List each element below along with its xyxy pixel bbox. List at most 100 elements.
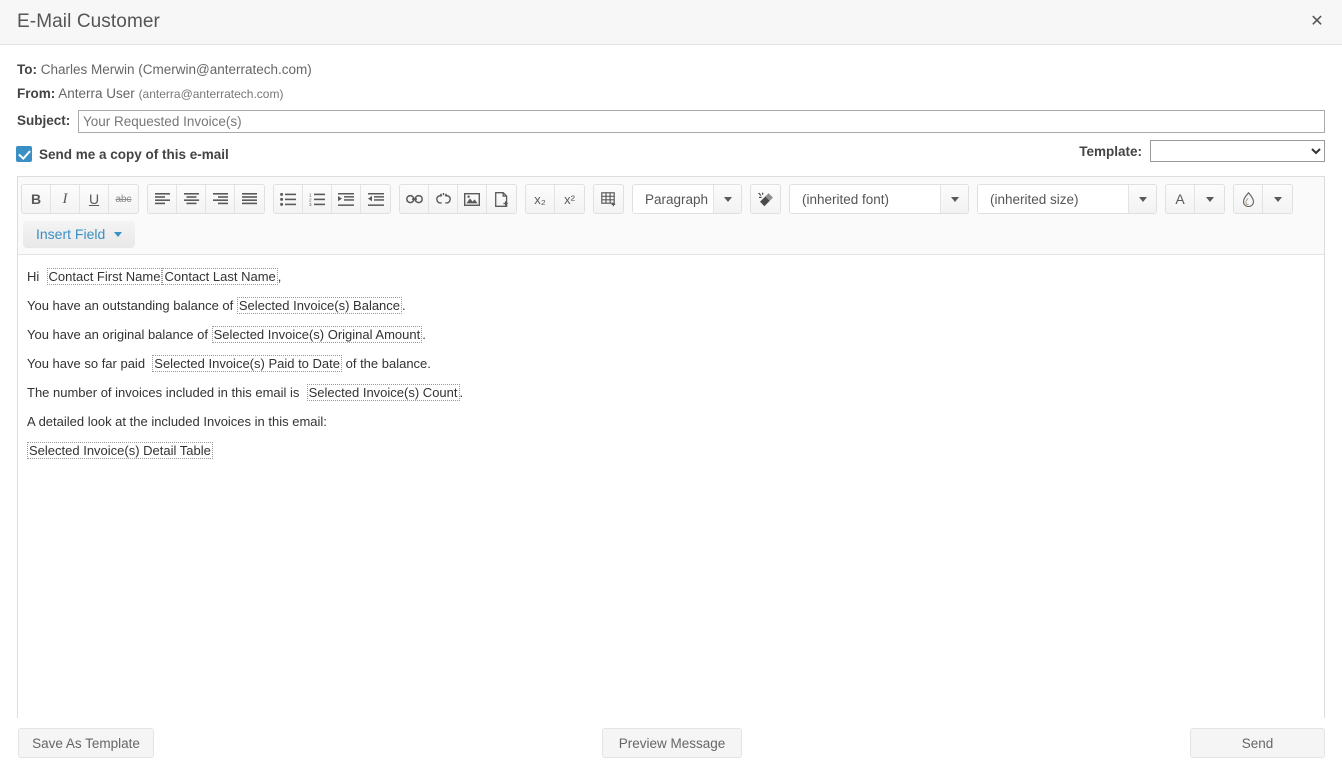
droplet-icon bbox=[1242, 191, 1255, 207]
send-button[interactable]: Send bbox=[1190, 728, 1325, 758]
paragraph-format-value[interactable]: Paragraph bbox=[633, 185, 713, 213]
table-icon bbox=[600, 191, 617, 207]
insert-field-button[interactable]: Insert Field bbox=[23, 220, 136, 248]
from-label: From: bbox=[17, 86, 56, 101]
align-center-icon bbox=[183, 192, 199, 206]
to-row: To: Charles Merwin (Cmerwin@anterratech.… bbox=[17, 62, 312, 77]
rich-text-editor: B I U abc 1 2 3 x₂ x² Paragraph (inherit… bbox=[17, 176, 1325, 733]
body-line-paid-to-date: You have so far paid Selected Invoice(s)… bbox=[27, 355, 1314, 372]
fill-color-chevron-down-icon[interactable] bbox=[1263, 185, 1292, 213]
text-color-chevron-down-icon[interactable] bbox=[1195, 185, 1224, 213]
font-size-value[interactable]: (inherited size) bbox=[978, 185, 1128, 213]
template-select[interactable] bbox=[1150, 140, 1325, 162]
insert-file-button[interactable] bbox=[487, 185, 516, 213]
underline-button[interactable]: U bbox=[80, 185, 109, 213]
dialog-header: E-Mail Customer ✕ bbox=[0, 0, 1342, 45]
align-right-button[interactable] bbox=[206, 185, 235, 213]
font-family-chevron-down-icon[interactable] bbox=[940, 185, 968, 213]
subject-label: Subject: bbox=[17, 113, 71, 128]
clear-formatting-button[interactable] bbox=[751, 185, 780, 213]
toolbar-group-text-color: A bbox=[1165, 184, 1225, 214]
svg-text:3: 3 bbox=[309, 202, 312, 206]
paragraph-format-select[interactable]: Paragraph bbox=[632, 184, 742, 214]
toolbar-group-fill-color bbox=[1233, 184, 1293, 214]
body-text: The number of invoices included in this … bbox=[27, 385, 307, 400]
toolbar-row-primary: B I U abc 1 2 3 x₂ x² Paragraph (inherit… bbox=[21, 181, 1321, 217]
body-text: You have an outstanding balance of bbox=[27, 298, 237, 313]
body-text: . bbox=[459, 385, 464, 400]
toolbar-group-text-style: B I U abc bbox=[21, 184, 139, 214]
underline-icon: U bbox=[88, 191, 100, 207]
align-left-button[interactable] bbox=[148, 185, 177, 213]
body-text: You have so far paid bbox=[27, 356, 153, 371]
send-copy-row[interactable]: Send me a copy of this e-mail bbox=[16, 146, 229, 162]
toolbar-group-clear bbox=[750, 184, 781, 214]
toolbar-group-alignment bbox=[147, 184, 265, 214]
from-name: Anterra User bbox=[58, 86, 135, 101]
remove-link-button[interactable] bbox=[429, 185, 458, 213]
indent-button[interactable] bbox=[332, 185, 361, 213]
send-copy-checkbox[interactable] bbox=[16, 146, 32, 162]
body-line-detail-table: Selected Invoice(s) Detail Table bbox=[27, 442, 1314, 459]
font-size-chevron-down-icon[interactable] bbox=[1128, 185, 1156, 213]
strikethrough-button[interactable]: abc bbox=[109, 185, 138, 213]
text-color-button[interactable]: A bbox=[1166, 185, 1195, 213]
save-as-template-button[interactable]: Save As Template bbox=[18, 728, 154, 758]
font-family-value[interactable]: (inherited font) bbox=[790, 185, 940, 213]
toolbar-group-lists: 1 2 3 bbox=[273, 184, 391, 214]
merge-field[interactable]: Selected Invoice(s) Paid to Date bbox=[152, 355, 342, 372]
superscript-button[interactable]: x² bbox=[555, 185, 584, 213]
italic-button[interactable]: I bbox=[51, 185, 80, 213]
font-size-select[interactable]: (inherited size) bbox=[977, 184, 1157, 214]
merge-field[interactable]: Selected Invoice(s) Count bbox=[306, 384, 460, 401]
eraser-icon bbox=[757, 192, 774, 207]
close-icon[interactable]: ✕ bbox=[1306, 12, 1328, 34]
merge-field[interactable]: Contact First Name bbox=[46, 268, 163, 285]
body-line-outstanding-balance: You have an outstanding balance of Selec… bbox=[27, 297, 1314, 314]
bullet-list-button[interactable] bbox=[274, 185, 303, 213]
subject-row: Subject: bbox=[17, 110, 1325, 133]
bold-button[interactable]: B bbox=[22, 185, 51, 213]
insert-table-button[interactable] bbox=[594, 185, 623, 213]
body-text: Hi bbox=[27, 269, 47, 284]
merge-field[interactable]: Selected Invoice(s) Original Amount bbox=[211, 326, 423, 343]
subscript-icon: x₂ bbox=[534, 191, 546, 207]
align-justify-icon bbox=[242, 192, 257, 206]
insert-field-chevron-down-icon bbox=[114, 231, 123, 237]
toolbar-row-secondary: Insert Field bbox=[21, 217, 1321, 251]
bullet-list-icon bbox=[280, 192, 296, 206]
toolbar-group-table bbox=[593, 184, 624, 214]
body-text: , bbox=[277, 269, 282, 284]
image-icon bbox=[464, 192, 480, 206]
merge-field[interactable]: Selected Invoice(s) Detail Table bbox=[27, 442, 213, 459]
body-text: . bbox=[402, 298, 406, 313]
numbered-list-button[interactable]: 1 2 3 bbox=[303, 185, 332, 213]
align-right-icon bbox=[212, 192, 228, 206]
subject-input[interactable] bbox=[78, 110, 1325, 133]
send-copy-label[interactable]: Send me a copy of this e-mail bbox=[39, 147, 229, 162]
subscript-button[interactable]: x₂ bbox=[526, 185, 555, 213]
merge-field[interactable]: Contact Last Name bbox=[162, 268, 278, 285]
fill-color-button[interactable] bbox=[1234, 185, 1263, 213]
align-center-button[interactable] bbox=[177, 185, 206, 213]
template-row: Template: bbox=[1079, 140, 1325, 162]
insert-image-button[interactable] bbox=[458, 185, 487, 213]
body-line-greeting: Hi Contact First Name Contact Last Name, bbox=[27, 268, 1314, 285]
editor-toolbar: B I U abc 1 2 3 x₂ x² Paragraph (inherit… bbox=[18, 177, 1324, 255]
paragraph-format-chevron-down-icon[interactable] bbox=[713, 185, 741, 213]
preview-message-button[interactable]: Preview Message bbox=[602, 728, 742, 758]
font-family-select[interactable]: (inherited font) bbox=[789, 184, 969, 214]
font-color-icon: A bbox=[1175, 191, 1185, 207]
outdent-icon bbox=[367, 192, 384, 206]
align-left-icon bbox=[154, 192, 170, 206]
align-justify-button[interactable] bbox=[235, 185, 264, 213]
email-body-editor[interactable]: Hi Contact First Name Contact Last Name, Y… bbox=[18, 255, 1324, 733]
toolbar-group-script: x₂ x² bbox=[525, 184, 585, 214]
toolbar-group-insert bbox=[399, 184, 517, 214]
from-row: From: Anterra User (anterra@anterratech.… bbox=[17, 86, 283, 101]
strikethrough-icon: abc bbox=[115, 193, 132, 205]
insert-link-button[interactable] bbox=[400, 185, 429, 213]
body-text: . bbox=[422, 327, 426, 342]
outdent-button[interactable] bbox=[361, 185, 390, 213]
merge-field[interactable]: Selected Invoice(s) Balance bbox=[236, 297, 403, 314]
